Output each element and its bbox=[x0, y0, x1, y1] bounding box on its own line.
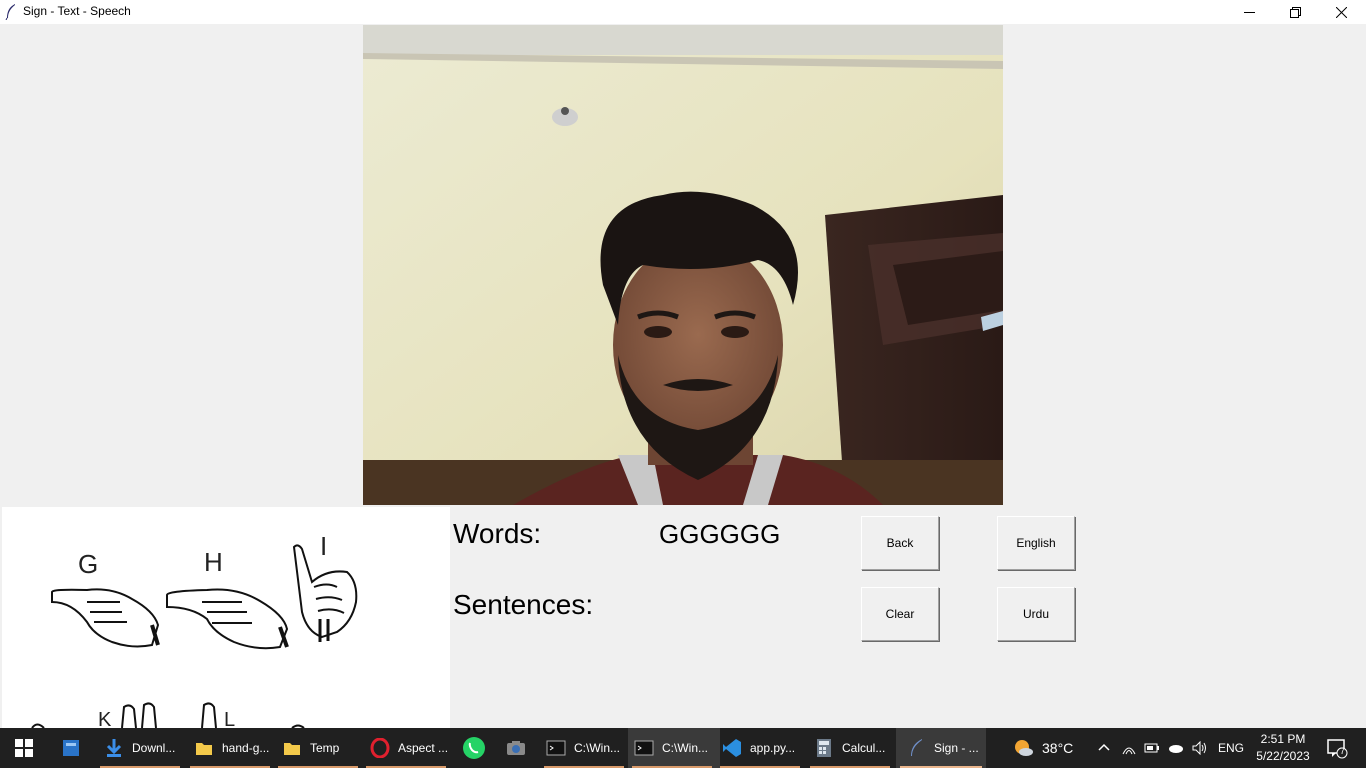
vscode-icon bbox=[723, 739, 741, 757]
taskbar-folder-hand[interactable]: hand-g... bbox=[186, 728, 280, 768]
english-button[interactable]: English bbox=[997, 516, 1075, 570]
taskbar-whatsapp[interactable] bbox=[454, 728, 494, 768]
close-icon bbox=[1335, 6, 1347, 18]
taskbar-label: Sign - ... bbox=[934, 741, 979, 755]
weather-sun-icon bbox=[1015, 740, 1033, 756]
taskbar-vscode[interactable]: app.py... bbox=[716, 728, 808, 768]
webcam-feed bbox=[363, 25, 1003, 505]
taskbar-calculator[interactable]: Calcul... bbox=[806, 728, 900, 768]
clock-date: 5/22/2023 bbox=[1256, 749, 1310, 763]
folder-icon bbox=[284, 743, 300, 755]
opera-icon bbox=[370, 738, 390, 758]
taskbar-cmd-2[interactable]: C:\Win... bbox=[628, 728, 720, 768]
terminal-icon bbox=[634, 740, 654, 756]
taskbar-folder-temp[interactable]: Temp bbox=[274, 728, 366, 768]
download-icon bbox=[106, 739, 122, 757]
notification-center[interactable]: 7 bbox=[1322, 728, 1352, 768]
back-button[interactable]: Back bbox=[861, 516, 939, 570]
widgets-icon bbox=[63, 740, 79, 756]
clock[interactable]: 2:51 PM 5/22/2023 bbox=[1252, 731, 1314, 765]
taskbar-opera[interactable]: Aspect ... bbox=[362, 728, 458, 768]
weather-temp: 38°C bbox=[1042, 740, 1074, 756]
hand-sign-illustrations bbox=[31, 544, 358, 728]
close-button[interactable] bbox=[1318, 0, 1364, 24]
webcam-image bbox=[363, 25, 1003, 505]
tray-icons: ENG bbox=[1098, 728, 1244, 768]
taskbar-sign-app[interactable]: Sign - ... bbox=[896, 728, 986, 768]
wifi-icon[interactable] bbox=[1122, 741, 1136, 755]
taskbar-cmd-1[interactable]: C:\Win... bbox=[540, 728, 632, 768]
title-bar: Sign - Text - Speech bbox=[0, 0, 1366, 24]
minimize-button[interactable] bbox=[1226, 0, 1272, 24]
words-value: GGGGGG bbox=[659, 519, 781, 549]
folder-icon bbox=[196, 743, 212, 755]
taskbar-camera[interactable] bbox=[496, 728, 536, 768]
taskbar-label: C:\Win... bbox=[574, 741, 621, 755]
taskbar-label: Downl... bbox=[132, 741, 176, 755]
taskbar-label: Temp bbox=[310, 741, 340, 755]
taskbar-widgets[interactable] bbox=[50, 728, 92, 768]
sign-language-chart: G H I K L bbox=[2, 507, 450, 728]
taskbar-downloads[interactable]: Downl... bbox=[96, 728, 192, 768]
battery-icon[interactable] bbox=[1144, 742, 1160, 754]
start-button[interactable] bbox=[0, 728, 48, 768]
sentences-label: Sentences: bbox=[453, 589, 594, 620]
taskbar: Downl... hand-g... Temp Aspect ... C:\Wi… bbox=[0, 728, 1366, 768]
terminal-icon bbox=[546, 740, 566, 756]
feather-icon bbox=[5, 4, 15, 20]
feather-icon bbox=[911, 739, 922, 756]
clock-time: 2:51 PM bbox=[1260, 732, 1306, 746]
restore-icon bbox=[1289, 6, 1301, 18]
restore-button[interactable] bbox=[1272, 0, 1318, 24]
chevron-up-icon[interactable] bbox=[1098, 742, 1110, 754]
calculator-icon bbox=[817, 739, 831, 757]
clear-button[interactable]: Clear bbox=[861, 587, 939, 641]
cloud-icon[interactable] bbox=[1168, 742, 1184, 754]
words-label: Words: bbox=[453, 518, 542, 549]
language-indicator[interactable]: ENG bbox=[1218, 741, 1244, 755]
whatsapp-icon bbox=[463, 737, 485, 759]
taskbar-label: Aspect ... bbox=[398, 741, 449, 755]
taskbar-label: C:\Win... bbox=[662, 741, 709, 755]
volume-icon[interactable] bbox=[1192, 741, 1208, 755]
notification-count: 7 bbox=[1340, 746, 1346, 756]
camera-icon bbox=[507, 741, 525, 755]
taskbar-label: hand-g... bbox=[222, 741, 270, 755]
taskbar-label: app.py... bbox=[750, 741, 796, 755]
windows-start-icon bbox=[15, 739, 33, 757]
window-title: Sign - Text - Speech bbox=[23, 4, 131, 18]
minimize-icon bbox=[1243, 11, 1255, 13]
weather-widget[interactable]: 38°C bbox=[1012, 728, 1073, 768]
taskbar-label: Calcul... bbox=[842, 741, 886, 755]
urdu-button[interactable]: Urdu bbox=[997, 587, 1075, 641]
